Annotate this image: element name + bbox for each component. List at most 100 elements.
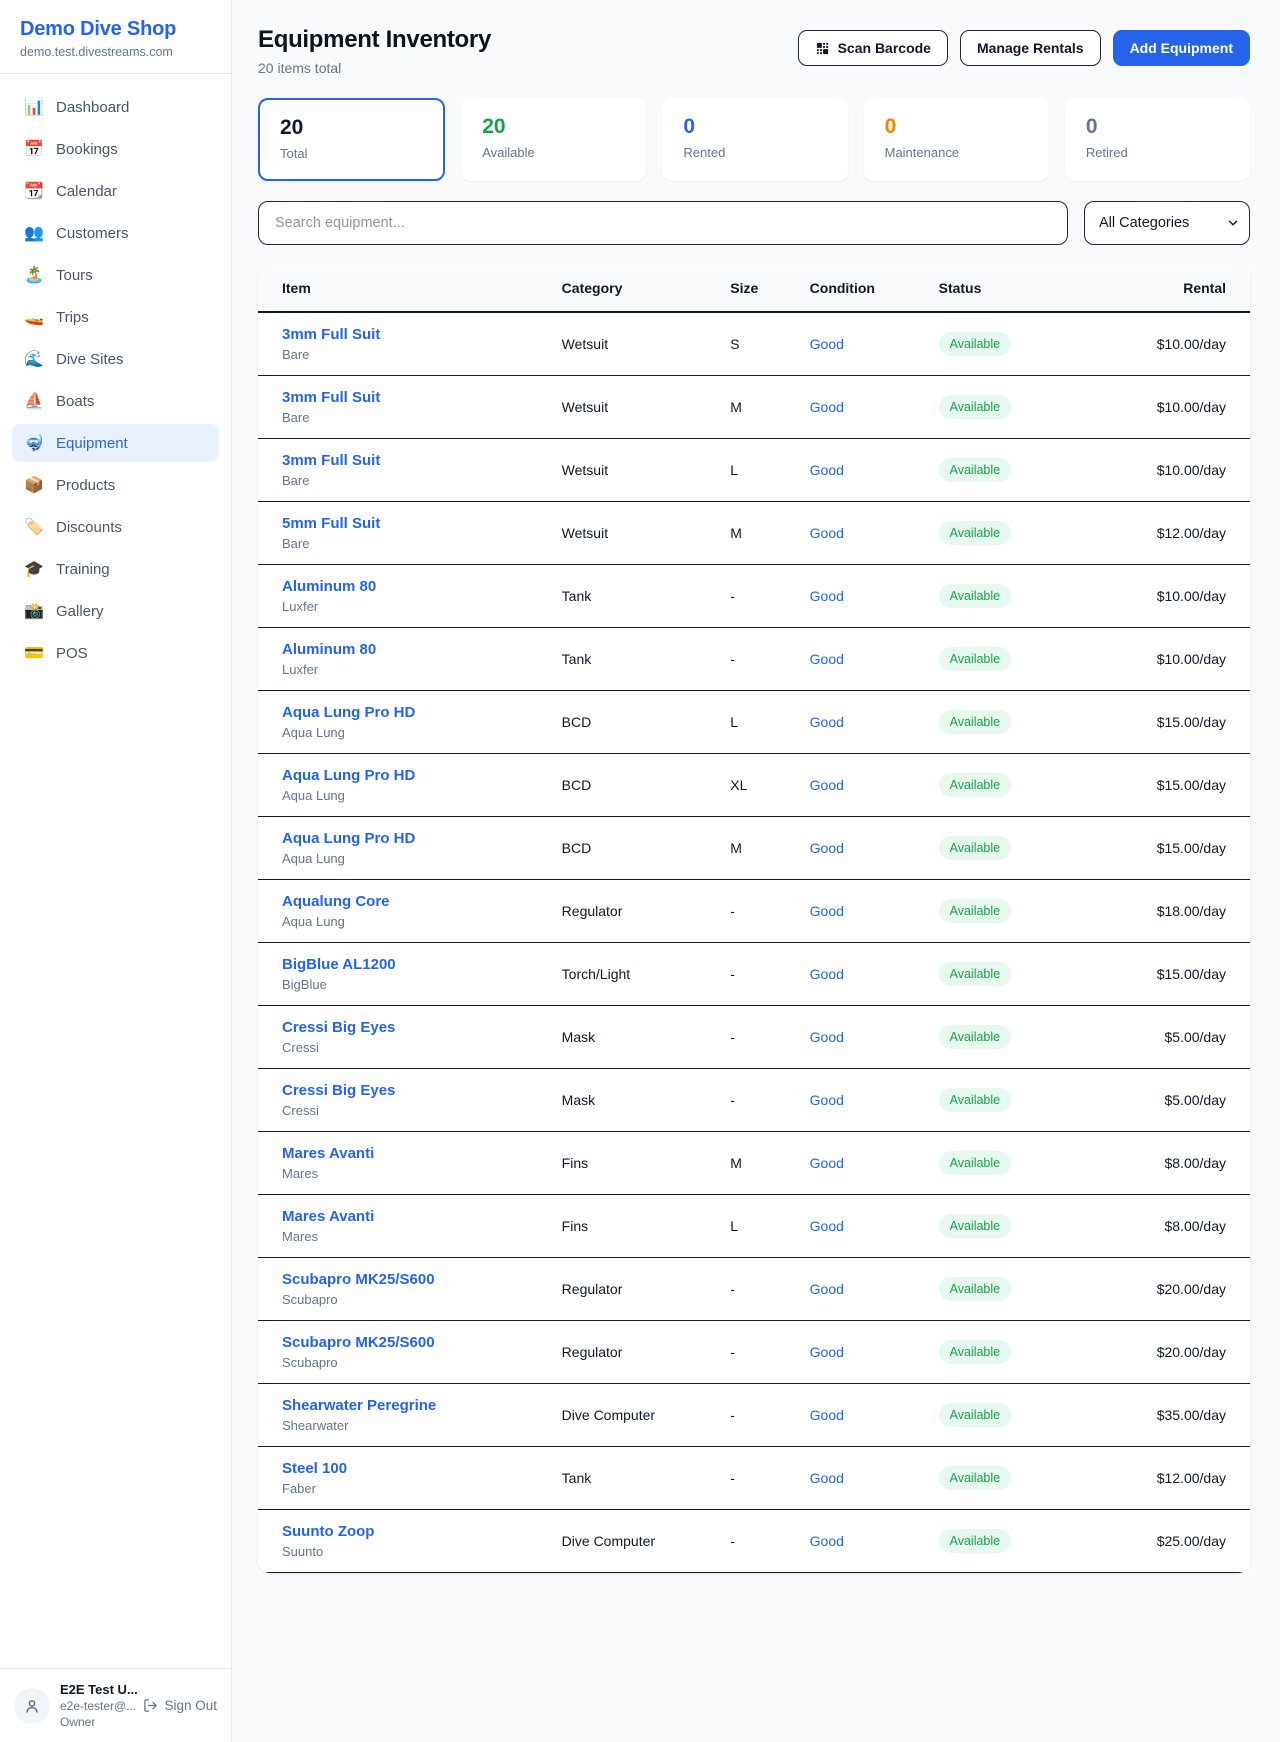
item-name-link[interactable]: Scubapro MK25/S600: [282, 1334, 530, 1351]
category-cell: Torch/Light: [546, 943, 715, 1006]
stat-value: 0: [1086, 115, 1229, 139]
sign-out-button[interactable]: Sign Out: [143, 1698, 217, 1713]
item-name-link[interactable]: Steel 100: [282, 1460, 530, 1477]
condition-link[interactable]: Good: [810, 1407, 844, 1423]
condition-cell: Good: [794, 1384, 923, 1447]
item-name-link[interactable]: 5mm Full Suit: [282, 515, 530, 532]
condition-link[interactable]: Good: [810, 840, 844, 856]
condition-link[interactable]: Good: [810, 1281, 844, 1297]
item-name-link[interactable]: 3mm Full Suit: [282, 452, 530, 469]
item-name-link[interactable]: Cressi Big Eyes: [282, 1082, 530, 1099]
condition-link[interactable]: Good: [810, 777, 844, 793]
sidebar-item[interactable]: 📆 Calendar: [12, 172, 219, 210]
rental-cell: $10.00/day: [1111, 628, 1250, 691]
status-badge: Available: [939, 836, 1012, 860]
condition-link[interactable]: Good: [810, 588, 844, 604]
condition-cell: Good: [794, 1258, 923, 1321]
item-name-link[interactable]: Aqualung Core: [282, 893, 530, 910]
sidebar-item[interactable]: 👥 Customers: [12, 214, 219, 252]
sidebar-item[interactable]: 🏷️ Discounts: [12, 508, 219, 546]
rental-cell: $25.00/day: [1111, 1510, 1250, 1573]
stat-card[interactable]: 0 Rented: [662, 98, 847, 181]
condition-link[interactable]: Good: [810, 1533, 844, 1549]
col-header-size[interactable]: Size: [714, 265, 793, 312]
condition-link[interactable]: Good: [810, 1470, 844, 1486]
user-footer: E2E Test U... e2e-tester@... Owner Sign …: [0, 1668, 231, 1742]
item-name-link[interactable]: Shearwater Peregrine: [282, 1397, 530, 1414]
scan-barcode-button[interactable]: Scan Barcode: [798, 30, 948, 66]
item-name-link[interactable]: Aqua Lung Pro HD: [282, 704, 530, 721]
condition-cell: Good: [794, 1006, 923, 1069]
condition-link[interactable]: Good: [810, 399, 844, 415]
condition-link[interactable]: Good: [810, 1155, 844, 1171]
category-cell: Mask: [546, 1006, 715, 1069]
col-header-condition[interactable]: Condition: [794, 265, 923, 312]
manage-rentals-button[interactable]: Manage Rentals: [960, 30, 1101, 66]
sidebar-item[interactable]: 📦 Products: [12, 466, 219, 504]
table-row: Aqualung Core Aqua Lung Regulator - Good…: [258, 880, 1250, 943]
item-name-link[interactable]: Mares Avanti: [282, 1208, 530, 1225]
shop-title[interactable]: Demo Dive Shop: [20, 18, 211, 41]
condition-link[interactable]: Good: [810, 1092, 844, 1108]
item-name-link[interactable]: 3mm Full Suit: [282, 389, 530, 406]
condition-link[interactable]: Good: [810, 1344, 844, 1360]
item-brand: Scubapro: [282, 1355, 530, 1370]
condition-link[interactable]: Good: [810, 462, 844, 478]
sidebar-item-label: Tours: [56, 267, 93, 284]
stat-card[interactable]: 0 Retired: [1065, 98, 1250, 181]
condition-cell: Good: [794, 943, 923, 1006]
item-name-link[interactable]: Aluminum 80: [282, 641, 530, 658]
condition-link[interactable]: Good: [810, 651, 844, 667]
col-header-status[interactable]: Status: [923, 265, 1111, 312]
sidebar-item[interactable]: 🏝️ Tours: [12, 256, 219, 294]
category-select[interactable]: All Categories: [1084, 201, 1250, 245]
sidebar-item[interactable]: 📅 Bookings: [12, 130, 219, 168]
item-name-link[interactable]: Aqua Lung Pro HD: [282, 830, 530, 847]
status-badge: Available: [939, 1277, 1012, 1301]
status-badge: Available: [939, 899, 1012, 923]
category-cell: Wetsuit: [546, 312, 715, 376]
sidebar-item[interactable]: 🎓 Training: [12, 550, 219, 588]
col-header-rental[interactable]: Rental: [1111, 265, 1250, 312]
item-brand: Mares: [282, 1229, 530, 1244]
item-cell: Steel 100 Faber: [258, 1447, 546, 1510]
table-header: Item Category Size Condition Status Rent…: [258, 265, 1250, 312]
item-name-link[interactable]: 3mm Full Suit: [282, 326, 530, 343]
condition-link[interactable]: Good: [810, 336, 844, 352]
nav-emoji-icon: 🎓: [24, 559, 44, 579]
avatar: [14, 1688, 50, 1724]
item-name-link[interactable]: Aqua Lung Pro HD: [282, 767, 530, 784]
col-header-category[interactable]: Category: [546, 265, 715, 312]
sidebar-item-label: Trips: [56, 309, 89, 326]
stats-row: 20 Total 20 Available 0 Rented 0 Mainten…: [258, 98, 1250, 181]
table-row: Cressi Big Eyes Cressi Mask - Good Avail…: [258, 1069, 1250, 1132]
item-name-link[interactable]: Cressi Big Eyes: [282, 1019, 530, 1036]
item-name-link[interactable]: Scubapro MK25/S600: [282, 1271, 530, 1288]
sidebar-item[interactable]: 💳 POS: [12, 634, 219, 672]
stat-card[interactable]: 20 Available: [461, 98, 646, 181]
item-name-link[interactable]: BigBlue AL1200: [282, 956, 530, 973]
condition-link[interactable]: Good: [810, 525, 844, 541]
status-cell: Available: [923, 880, 1111, 943]
sidebar-item[interactable]: 🚤 Trips: [12, 298, 219, 336]
search-input[interactable]: [258, 201, 1068, 245]
sidebar-item[interactable]: 📸 Gallery: [12, 592, 219, 630]
sidebar-item[interactable]: ⛵ Boats: [12, 382, 219, 420]
size-cell: M: [714, 376, 793, 439]
item-name-link[interactable]: Aluminum 80: [282, 578, 530, 595]
sidebar-item[interactable]: 📊 Dashboard: [12, 88, 219, 126]
sidebar-item[interactable]: 🌊 Dive Sites: [12, 340, 219, 378]
condition-link[interactable]: Good: [810, 1218, 844, 1234]
rental-cell: $5.00/day: [1111, 1069, 1250, 1132]
condition-link[interactable]: Good: [810, 966, 844, 982]
col-header-item[interactable]: Item: [258, 265, 546, 312]
condition-link[interactable]: Good: [810, 714, 844, 730]
item-name-link[interactable]: Suunto Zoop: [282, 1523, 530, 1540]
sidebar-item[interactable]: 🤿 Equipment: [12, 424, 219, 462]
add-equipment-button[interactable]: Add Equipment: [1113, 30, 1250, 66]
condition-link[interactable]: Good: [810, 903, 844, 919]
condition-link[interactable]: Good: [810, 1029, 844, 1045]
stat-card[interactable]: 20 Total: [258, 98, 445, 181]
stat-card[interactable]: 0 Maintenance: [864, 98, 1049, 181]
item-name-link[interactable]: Mares Avanti: [282, 1145, 530, 1162]
